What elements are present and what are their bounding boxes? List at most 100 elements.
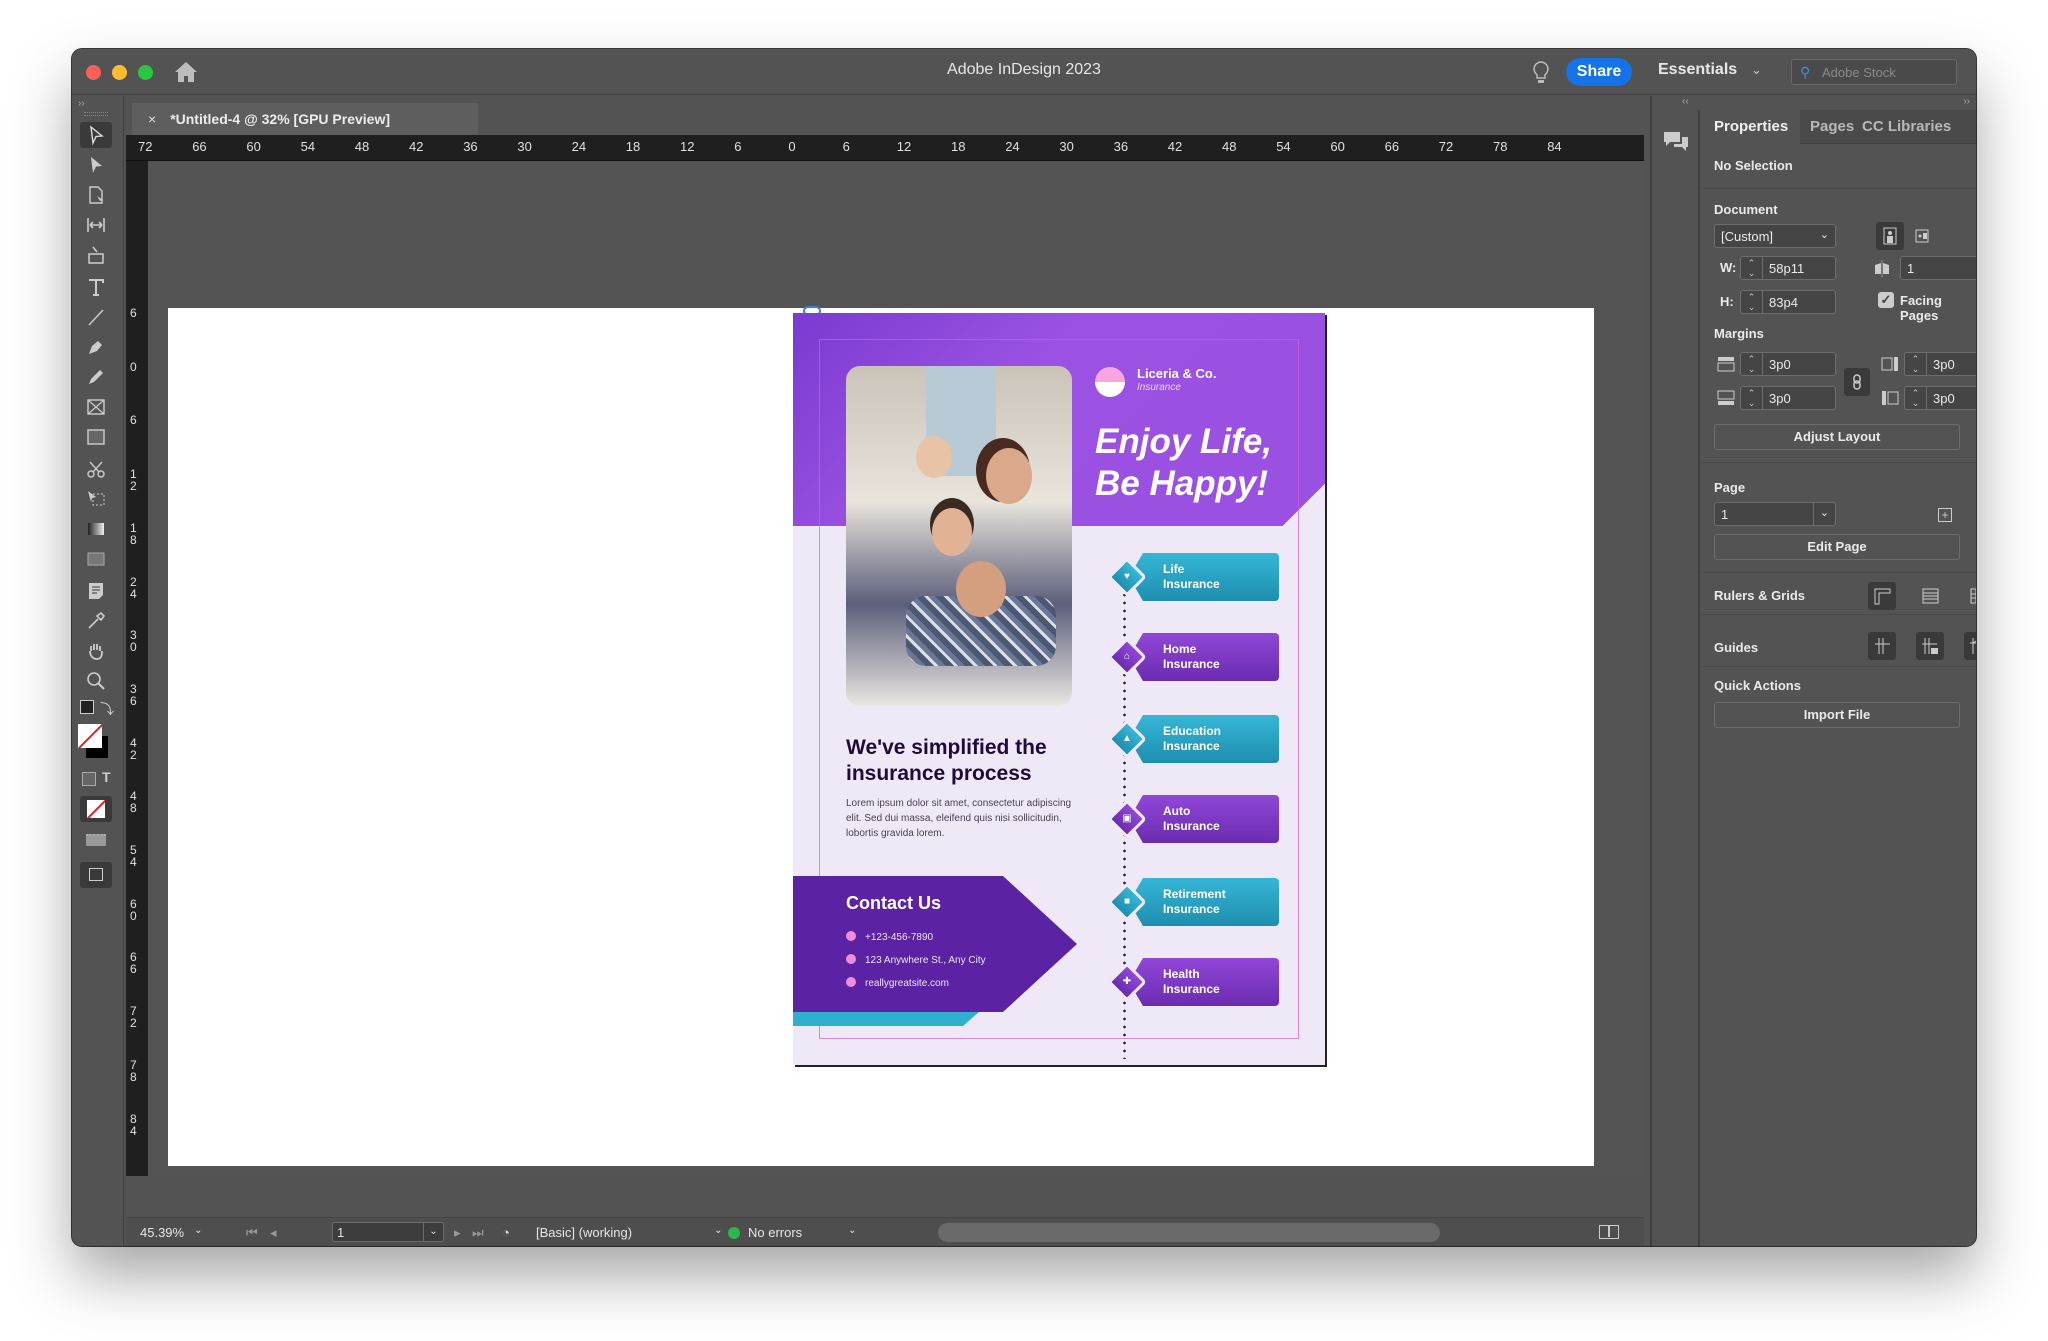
zoom-tool-icon[interactable]: [80, 668, 112, 694]
document-tab[interactable]: × *Untitled-4 @ 32% [GPU Preview]: [132, 103, 478, 135]
line-tool-icon[interactable]: [80, 304, 112, 330]
chevron-down-icon[interactable]: ⌄: [1751, 62, 1762, 78]
horizontal-ruler[interactable]: 72 66 60 54 48 42 36 30 24 18 12 6 0 6 12 18 24 30 36 42 48 5…: [126, 135, 1644, 161]
link-margins-icon[interactable]: [1844, 368, 1870, 396]
preflight-icon[interactable]: ◔: [502, 1225, 510, 1240]
hand-tool-icon[interactable]: [80, 638, 112, 664]
document-preset-select[interactable]: [Custom] ⌄: [1714, 224, 1836, 248]
ruler-tick-label: 12: [680, 139, 695, 154]
stepper-icon[interactable]: ⌃ ⌄: [1741, 353, 1763, 375]
stepper-icon[interactable]: ⌃ ⌄: [1905, 353, 1927, 375]
tab-cc-libraries[interactable]: CC Libraries: [1850, 110, 1963, 144]
apply-none-button[interactable]: [80, 796, 112, 822]
gap-tool-icon[interactable]: [80, 212, 112, 238]
page-select[interactable]: 1 ⌄: [1714, 502, 1836, 526]
formatting-container-icon[interactable]: [82, 772, 96, 786]
vertical-ruler[interactable]: 6 0 6 12 18 24 30 36 42 48 54 60 66 72 78 84: [126, 161, 148, 1176]
screen-mode-icon[interactable]: [86, 834, 106, 846]
stepper-icon[interactable]: ⌃ ⌄: [1741, 291, 1763, 313]
ruler-tick-label: 18: [625, 139, 641, 154]
rectangle-tool-icon[interactable]: [80, 424, 112, 450]
pen-tool-icon[interactable]: [80, 334, 112, 360]
portrait-orientation-icon[interactable]: [1876, 222, 1904, 250]
document-grid-icon[interactable]: [1964, 582, 1976, 610]
pages-count-field[interactable]: 1: [1900, 256, 1976, 280]
ruler-tick-label: 0: [788, 139, 796, 154]
preflight-errors[interactable]: No errors: [748, 1225, 802, 1240]
collapse-icon[interactable]: ››: [78, 98, 85, 109]
fill-swatch-none[interactable]: [78, 724, 102, 748]
lightbulb-icon[interactable]: [1530, 59, 1552, 87]
direct-selection-tool-icon[interactable]: [80, 152, 112, 178]
formatting-text-icon[interactable]: T: [102, 769, 111, 785]
chevron-down-icon[interactable]: ⌄: [714, 1225, 722, 1236]
adobe-stock-search[interactable]: ⚲ Adobe Stock: [1791, 59, 1957, 85]
preflight-profile[interactable]: [Basic] (working): [536, 1225, 632, 1240]
delete-page-icon[interactable]: 🗑: [1974, 506, 1976, 523]
comments-icon[interactable]: [1658, 124, 1694, 160]
stepper-icon[interactable]: ⌃ ⌄: [1741, 257, 1763, 279]
show-guides-icon[interactable]: [1868, 632, 1896, 660]
panel-grip[interactable]: [84, 112, 108, 116]
brand-name: Liceria & Co.: [1137, 366, 1217, 381]
smart-guides-icon[interactable]: [1964, 632, 1976, 660]
width-field[interactable]: ⌃ ⌄ 58p11: [1740, 256, 1836, 280]
page-tool-icon[interactable]: [80, 182, 112, 208]
split-window-icon[interactable]: [1599, 1225, 1619, 1239]
first-page-icon[interactable]: ⏮: [246, 1225, 258, 1241]
eyedropper-tool-icon[interactable]: [80, 608, 112, 634]
landscape-orientation-icon[interactable]: [1908, 222, 1936, 250]
zoom-level[interactable]: 45.39%: [140, 1225, 184, 1240]
margin-outside-field[interactable]: ⌃ ⌄ 3p0: [1904, 386, 1976, 410]
lock-guides-icon[interactable]: [1916, 632, 1944, 660]
rectangle-frame-tool-icon[interactable]: [80, 394, 112, 420]
house-icon: ⌂: [1123, 651, 1131, 662]
stepper-icon[interactable]: ⌃ ⌄: [1905, 387, 1927, 409]
height-field[interactable]: ⌃ ⌄ 83p4: [1740, 290, 1836, 314]
service-health-insurance: ✚ Health Insurance: [1107, 958, 1279, 1006]
tab-properties[interactable]: Properties: [1702, 110, 1801, 144]
free-transform-tool-icon[interactable]: [80, 486, 112, 512]
screen-mode-button[interactable]: [80, 862, 112, 888]
import-file-button[interactable]: Import File: [1714, 702, 1960, 728]
family-photo[interactable]: [846, 366, 1072, 706]
content-collector-icon[interactable]: [80, 242, 112, 268]
rulers-toggle-icon[interactable]: [1868, 582, 1896, 610]
scissors-tool-icon[interactable]: [80, 456, 112, 482]
previous-page-icon[interactable]: ◂: [270, 1225, 277, 1241]
heart-icon: ♥: [1124, 571, 1130, 582]
gradient-feather-tool-icon[interactable]: [80, 546, 112, 572]
share-button[interactable]: Share: [1566, 58, 1632, 86]
baseline-grid-icon[interactable]: [1916, 582, 1944, 610]
expand-icon[interactable]: ‹‹: [1682, 96, 1689, 107]
note-tool-icon[interactable]: [80, 578, 112, 604]
margin-top-field[interactable]: ⌃ ⌄ 3p0: [1740, 352, 1836, 376]
next-page-icon[interactable]: ▸: [454, 1225, 461, 1241]
margin-inside-field[interactable]: ⌃ ⌄ 3p0: [1904, 352, 1976, 376]
swap-fill-stroke-icon[interactable]: ⤵: [100, 699, 114, 719]
add-page-icon[interactable]: +: [1938, 508, 1952, 522]
workspace-switcher[interactable]: Essentials: [1658, 61, 1737, 79]
stepper-icon[interactable]: ⌃ ⌄: [1741, 387, 1763, 409]
page-number-field[interactable]: 1 ⌄: [332, 1222, 444, 1242]
type-tool-icon[interactable]: [80, 274, 112, 300]
margin-bottom-field[interactable]: ⌃ ⌄ 3p0: [1740, 386, 1836, 410]
preset-value: [Custom]: [1721, 229, 1774, 244]
adjust-layout-button[interactable]: Adjust Layout: [1714, 424, 1960, 450]
zoom-dropdown-icon[interactable]: ⌄: [194, 1225, 202, 1236]
last-page-icon[interactable]: ⏭: [472, 1225, 484, 1241]
ruler-tick-label: 60: [246, 139, 261, 154]
chevron-down-icon[interactable]: ⌄: [848, 1225, 856, 1236]
panel-tabs: Properties Pages CC Libraries: [1702, 110, 1976, 144]
horizontal-scrollbar[interactable]: [938, 1223, 1440, 1242]
close-tab-icon[interactable]: ×: [148, 111, 156, 127]
collapse-icon[interactable]: ››: [1963, 96, 1970, 107]
pencil-tool-icon[interactable]: [80, 364, 112, 390]
gradient-swatch-tool-icon[interactable]: [80, 516, 112, 542]
default-fill-stroke-icon[interactable]: [80, 700, 94, 714]
insurance-poster-page[interactable]: Liceria & Co. Insurance Enjoy Life, Be Ha…: [793, 313, 1325, 1065]
selection-tool-icon[interactable]: [80, 122, 112, 148]
chevron-down-icon[interactable]: ⌄: [423, 1223, 443, 1241]
facing-pages-checkbox[interactable]: ✓: [1878, 292, 1894, 308]
edit-page-button[interactable]: Edit Page: [1714, 534, 1960, 560]
